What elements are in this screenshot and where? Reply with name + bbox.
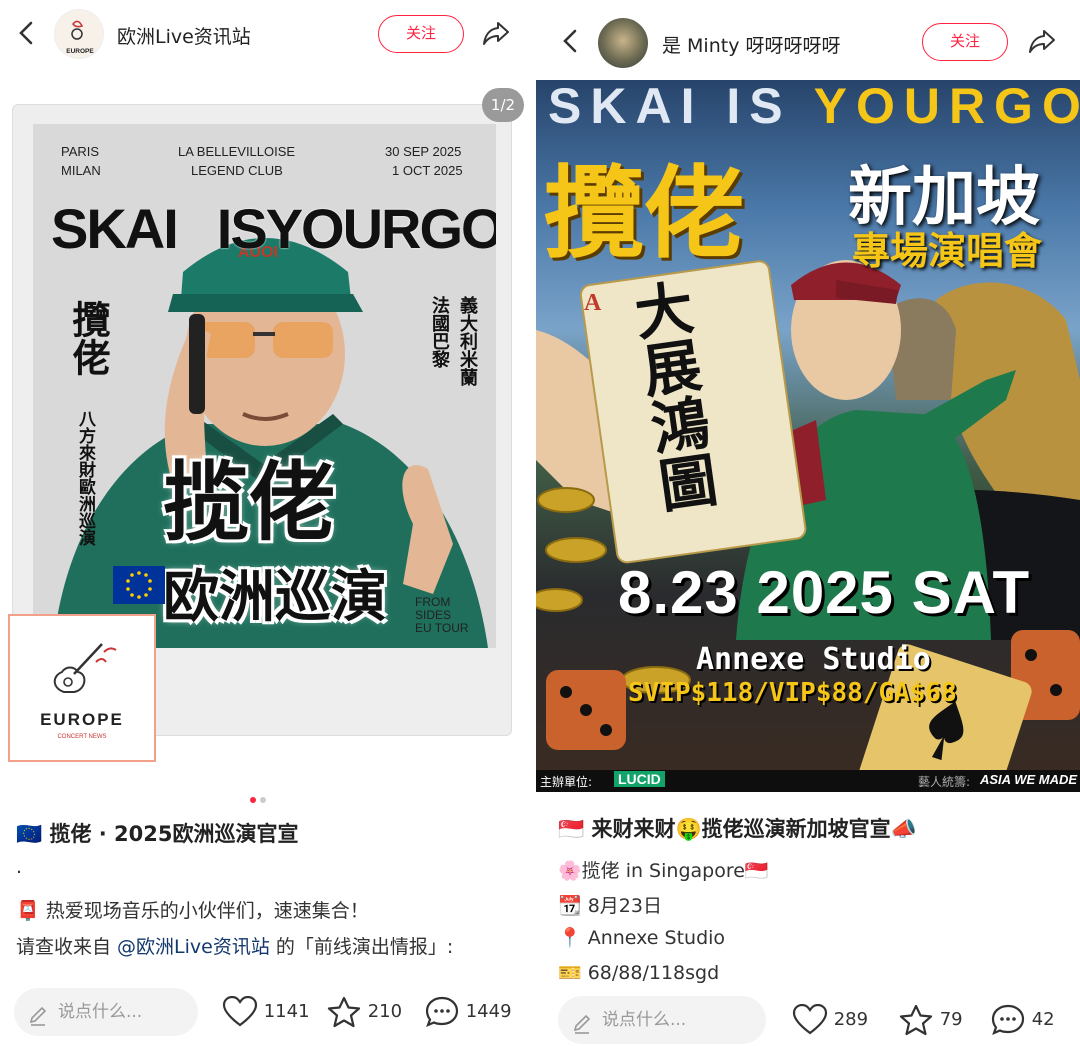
carousel-dot[interactable]: [260, 797, 266, 803]
caption-line-2-post: 的「前线演出情报」:: [269, 936, 454, 958]
caption-line-1: 🌸揽佬 in Singapore🇸🇬: [558, 860, 769, 882]
post-header: 是 Minty 呀呀呀呀呀 关注: [536, 6, 1080, 76]
pencil-icon: [28, 988, 48, 1046]
comment-input[interactable]: 说点什么...: [558, 996, 766, 1044]
image-pager: 1/2: [482, 88, 524, 122]
username[interactable]: 是 Minty 呀呀呀呀呀: [662, 31, 841, 58]
comment-count: 1449: [465, 1001, 512, 1022]
follow-button[interactable]: 关注: [922, 23, 1008, 61]
concert-poster[interactable]: SKAI IS YOURGOD 攬佬 新加坡 專場演唱會 A 大展鴻圖 8.23…: [536, 80, 1080, 792]
poster-big-title: 揽佬: [163, 453, 335, 553]
bottom-action-bar: 说点什么... 1141 210 1449: [0, 978, 536, 1046]
collect-count: 210: [367, 1001, 403, 1022]
comment-button[interactable]: 1449: [424, 996, 512, 1028]
heart-icon: [792, 1003, 828, 1035]
share-icon[interactable]: [1026, 25, 1058, 57]
poster-vertical-city-b: 義大利米蘭: [457, 296, 478, 386]
europe-concert-logo: EUROPE CONCERT NEWS: [8, 614, 156, 762]
like-count: 289: [833, 1009, 869, 1030]
europe-logo-sub: CONCERT NEWS: [57, 734, 107, 740]
star-icon: [327, 996, 361, 1028]
headline-part-c: GOD: [419, 197, 497, 260]
eu-flag-icon: [113, 566, 165, 604]
bottom-action-bar: 说点什么... 289 79 42: [536, 988, 1080, 1046]
avatar[interactable]: [598, 18, 648, 68]
comment-input[interactable]: 说点什么...: [14, 988, 198, 1036]
poster-date: 8.23 2025 SAT: [618, 559, 1031, 626]
chevron-left-icon[interactable]: [12, 18, 42, 48]
comment-count: 42: [1031, 1009, 1055, 1030]
headline-part-a: SKAI IS: [548, 80, 814, 134]
caption-line-2-pre: 请查收来自: [16, 936, 118, 958]
left-post: EUROPE 欧洲Live资讯站 关注 1/2 PARIS MILAN LA B…: [0, 0, 536, 1046]
poster-name: 攬佬: [544, 154, 744, 272]
europe-logo-name: EUROPE: [40, 710, 124, 729]
poster-organizer: LUCID: [614, 771, 665, 787]
poster-vertical-city-a: 法國巴黎: [429, 296, 450, 368]
poster-big-subtitle: 欧洲巡演: [163, 565, 387, 630]
comment-icon: [991, 1004, 1025, 1035]
post-title: 🇸🇬 来财来财🤑揽佬巡演新加坡官宣📣: [558, 817, 917, 841]
caption-line-4: 🎫 68/88/118sgd: [558, 962, 720, 984]
poster-headline: SKAI IS YOURGOD: [548, 80, 1080, 132]
post-title: 🇪🇺 揽佬 · 2025欧洲巡演官宣: [16, 822, 299, 846]
post-header: EUROPE 欧洲Live资讯站 关注: [0, 0, 536, 70]
poster-footer-right: ASIA WE MADE: [980, 772, 1078, 787]
star-icon: [899, 1004, 933, 1036]
card-rank: A: [584, 290, 602, 316]
avatar[interactable]: EUROPE: [54, 9, 104, 59]
caption-line-1: 📮 热爱现场音乐的小伙伴们，速速集合！: [16, 900, 369, 922]
like-count: 1141: [263, 1001, 310, 1022]
mention-link[interactable]: @欧洲Live资讯站: [117, 936, 270, 958]
caption-line-3: 📍 Annexe Studio: [558, 927, 726, 949]
poster-vertical-name: 攬佬: [66, 300, 111, 376]
poster-show: 專場演唱會: [852, 228, 1043, 273]
tour-poster[interactable]: PARIS MILAN LA BELLEVILLOISE LEGEND CLUB…: [33, 124, 496, 648]
headline-part-b: ISYOUR: [216, 197, 422, 260]
heart-icon: [222, 995, 258, 1027]
caption-dot: .: [16, 856, 23, 878]
collect-button[interactable]: 79: [898, 1004, 963, 1036]
carousel-dots: [250, 788, 270, 807]
collect-count: 79: [939, 1009, 963, 1030]
share-icon[interactable]: [480, 17, 512, 49]
poster-headline: SKAI ISYOURGOD: [51, 196, 496, 261]
poster-footer-mid: 藝人統籌:: [918, 775, 971, 789]
comment-placeholder: 说点什么...: [58, 1002, 143, 1022]
caption-line-2: 请查收来自 @欧洲Live资讯站 的「前线演出情报」:: [16, 932, 453, 959]
right-post: 是 Minty 呀呀呀呀呀 关注 SKAI IS YOURGO 攬佬 新加坡 專…: [536, 0, 1080, 1046]
caption-line-2: 📆 8月23日: [558, 895, 662, 917]
like-button[interactable]: 289: [792, 1003, 869, 1036]
username[interactable]: 欧洲Live资讯站: [117, 22, 251, 49]
headline-part-b: YOURGOD: [813, 80, 1080, 134]
avatar-logo-text: EUROPE: [66, 48, 94, 55]
poster-tour-note: FROM SIDES EU TOUR: [415, 595, 469, 635]
poster-venue: Annexe Studio: [696, 642, 931, 677]
guitar-icon: [53, 643, 117, 693]
carousel-dot-active[interactable]: [250, 797, 256, 803]
poster-prices: SVIP$118/VIP$88/GA$68: [628, 678, 957, 708]
follow-button[interactable]: 关注: [378, 15, 464, 53]
pencil-icon: [572, 996, 592, 1046]
comment-placeholder: 说点什么...: [602, 1010, 687, 1030]
comment-button[interactable]: 42: [990, 1004, 1055, 1036]
comment-icon: [425, 996, 459, 1027]
chevron-left-icon[interactable]: [556, 26, 586, 56]
headline-part-a: SKAI: [51, 197, 179, 260]
collect-button[interactable]: 210: [326, 996, 402, 1028]
like-button[interactable]: 1141: [222, 995, 310, 1028]
poster-vertical-sub: 八方來財歐洲巡演: [75, 410, 95, 546]
poster-organizer-label: 主辦單位:: [540, 775, 593, 789]
